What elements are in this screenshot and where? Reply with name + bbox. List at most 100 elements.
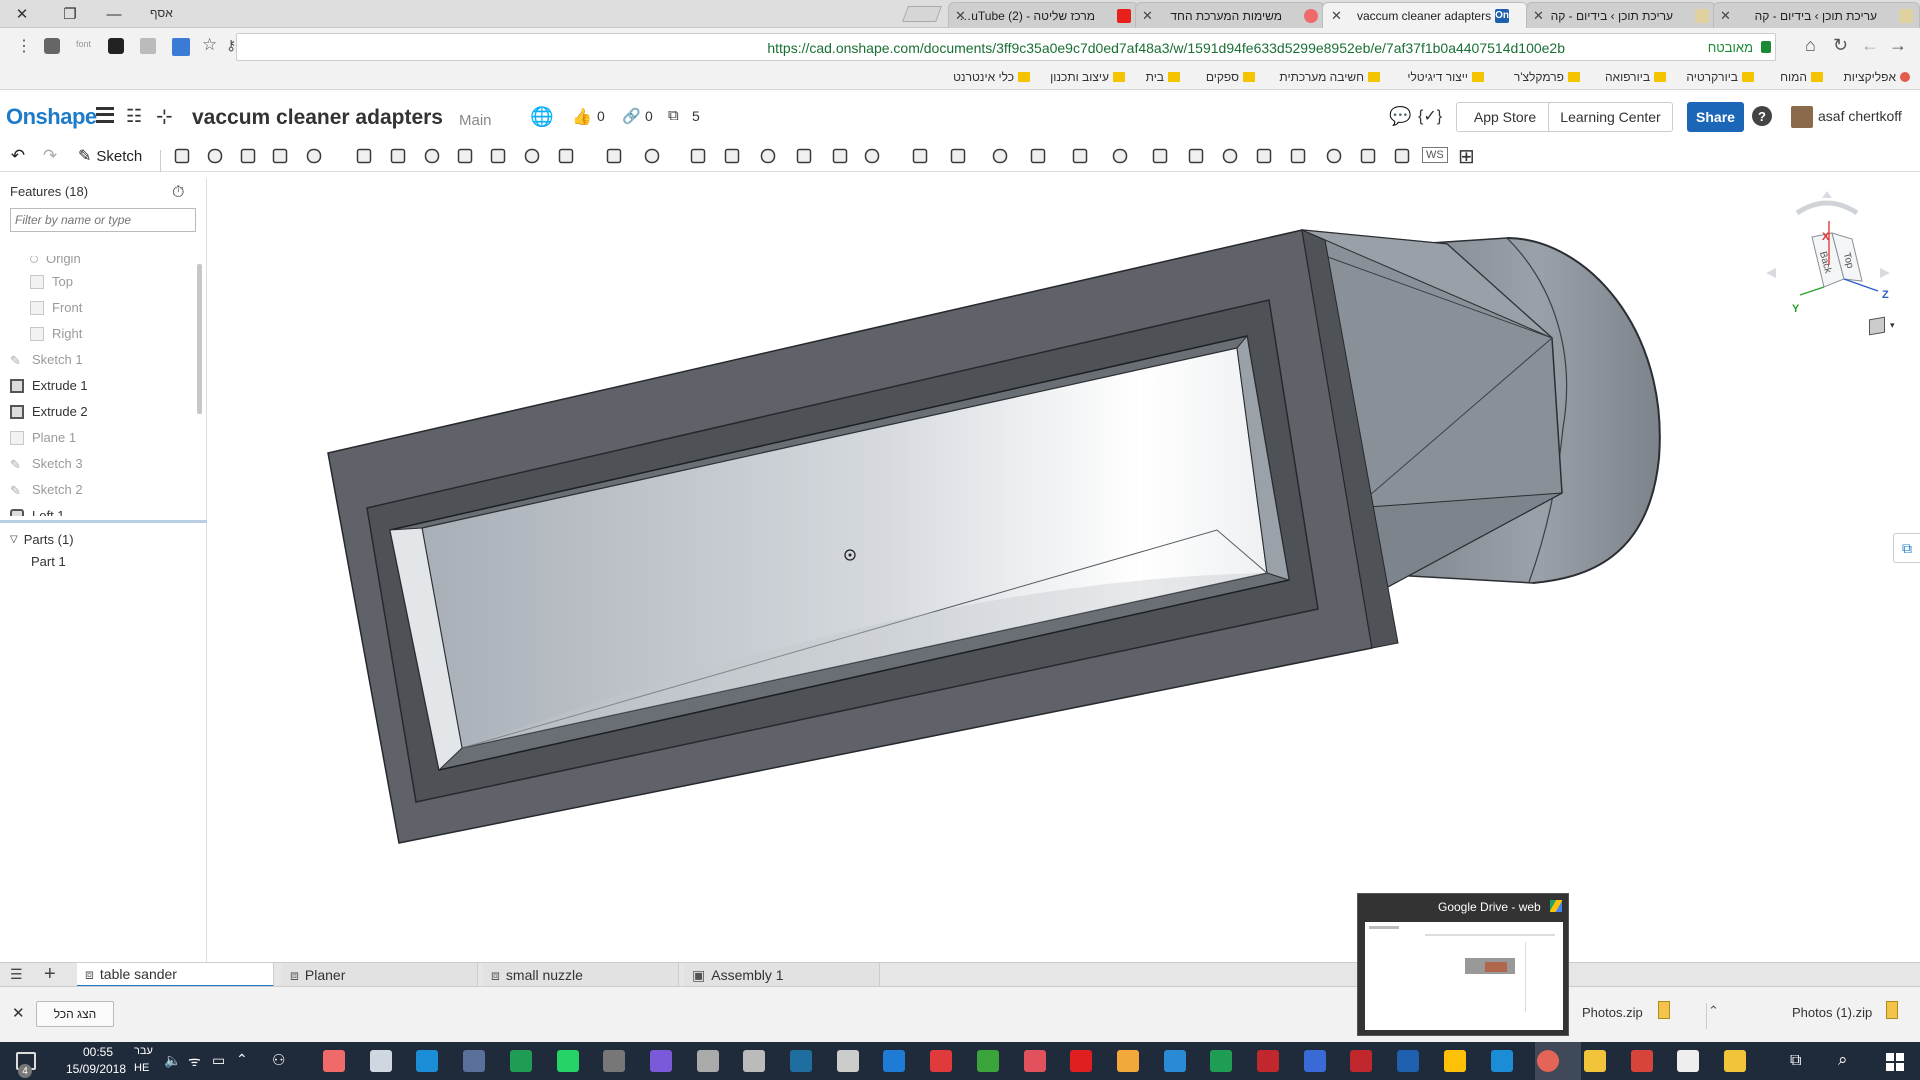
sweep-icon[interactable] [238, 146, 258, 166]
comment-icon[interactable]: 💬 [1389, 106, 1411, 127]
parts-header[interactable]: ▽ Parts (1) [10, 532, 74, 547]
workspace-name[interactable]: Main [459, 112, 492, 129]
filezilla-app-icon[interactable] [1257, 1050, 1279, 1072]
shell-icon[interactable] [488, 146, 508, 166]
download-item[interactable]: Photos.zip [1582, 1005, 1643, 1020]
inkscape-app-icon[interactable] [743, 1050, 766, 1072]
bookmark-folder[interactable]: בית [1146, 70, 1180, 84]
tab-onshape[interactable]: ✕ vaccum cleaner adapters On [1322, 2, 1528, 28]
move-face-icon[interactable] [830, 146, 850, 166]
feature-item-extrude-1[interactable]: Extrude 1 [10, 378, 88, 393]
sheets2-app-icon[interactable] [1210, 1050, 1233, 1072]
clock-time[interactable]: 00:55 [74, 1045, 122, 1059]
edge-app-icon[interactable] [883, 1050, 906, 1072]
fontforge-app-icon[interactable] [1116, 1050, 1139, 1072]
key-icon[interactable]: ⚷ [226, 37, 236, 54]
leaf-app-icon[interactable] [976, 1050, 999, 1072]
variables-icon[interactable]: {✓} [1418, 106, 1442, 126]
minimize-window-icon[interactable]: — [100, 0, 128, 28]
extension-icon[interactable] [108, 38, 124, 54]
opera-app-icon[interactable] [1070, 1050, 1093, 1072]
featurescript-button[interactable]: WS [1422, 147, 1448, 163]
mirror-icon[interactable] [604, 146, 624, 166]
thicken-icon[interactable] [304, 146, 324, 166]
reload-icon[interactable]: ↻ [1833, 35, 1848, 56]
bend-relief-icon[interactable] [1324, 146, 1344, 166]
feature-item-plane-1[interactable]: Plane 1 [10, 430, 76, 445]
gmail-app-icon[interactable] [1630, 1050, 1653, 1072]
pattern-icon[interactable] [556, 146, 576, 166]
help-icon[interactable]: ? [1752, 106, 1772, 126]
revolve-icon[interactable] [205, 146, 225, 166]
feature-item-top[interactable]: Top [30, 274, 73, 289]
tab-tasks[interactable]: משימות המערכת החד ✕ [1135, 2, 1325, 28]
close-tab-icon[interactable]: ✕ [1331, 8, 1342, 24]
view-mode-icon[interactable] [1869, 316, 1885, 336]
people-icon[interactable]: ⚇ [272, 1051, 285, 1069]
onshape-logo[interactable]: Onshape [6, 104, 97, 130]
language-top[interactable]: עבר [134, 1045, 153, 1057]
vs-app-icon[interactable] [790, 1050, 812, 1072]
paint-app-icon[interactable] [1163, 1050, 1186, 1072]
tab-assembly-1[interactable]: ▣ Assembly 1 [684, 963, 880, 987]
hole-icon[interactable] [522, 146, 542, 166]
show-all-downloads-button[interactable]: הצג הכל [36, 1001, 114, 1027]
close-downloads-icon[interactable]: ✕ [12, 1004, 25, 1022]
mate-connector-icon[interactable] [1028, 146, 1048, 166]
sheets-app-icon[interactable] [509, 1050, 532, 1072]
font-extension-icon[interactable]: font [76, 39, 91, 49]
c2-app-icon[interactable] [1490, 1050, 1513, 1072]
github-app-icon[interactable] [1677, 1050, 1700, 1072]
like-icon[interactable]: 👍 [572, 107, 592, 127]
c-app-icon[interactable] [416, 1050, 439, 1072]
drone-app-icon[interactable] [696, 1050, 719, 1072]
insert-icon[interactable]: ⊹ [156, 104, 173, 129]
clock-date[interactable]: 15/09/2018 [60, 1062, 132, 1076]
delete-part-icon[interactable] [758, 146, 778, 166]
variable-icon[interactable] [1150, 146, 1170, 166]
close-window-icon[interactable]: ✕ [8, 0, 36, 28]
monitor-app-icon[interactable] [836, 1050, 859, 1072]
replace-face-icon[interactable] [862, 146, 882, 166]
avatar[interactable] [1791, 106, 1813, 128]
asana-app-icon[interactable] [323, 1050, 345, 1072]
feature-item-sketch-2[interactable]: ✎ Sketch 2 [10, 482, 83, 498]
bookmark-star-icon[interactable]: ☆ [202, 35, 217, 55]
profile-name[interactable]: אסף [150, 6, 173, 20]
taskbar-preview-popup[interactable]: Google Drive - web [1357, 893, 1569, 1036]
sketch-button[interactable]: ✎ Sketch [78, 146, 142, 166]
new-tab-button[interactable] [902, 6, 942, 22]
bookmark-folder[interactable]: פרמקלצ'ר [1514, 70, 1580, 84]
menu-kebab-icon[interactable]: ⋮ [16, 36, 32, 56]
plane-tool-icon[interactable] [990, 146, 1010, 166]
wifi-icon[interactable]: ᯤ [188, 1052, 201, 1071]
pinwheel-app-icon[interactable] [1583, 1050, 1606, 1072]
tab-content-1[interactable]: עריכת תוכן › בידיום - קה ✕ [1526, 2, 1716, 28]
extension-icon[interactable] [172, 38, 190, 56]
chamfer-icon[interactable] [388, 146, 408, 166]
copy-icon[interactable]: ⧉ [668, 107, 679, 124]
bookmark-folder[interactable]: ביורקרטיה [1686, 70, 1754, 84]
feature-item-origin[interactable]: Origin [30, 256, 81, 266]
helix-icon[interactable] [1070, 146, 1090, 166]
caret-down-icon[interactable]: ▾ [1890, 320, 1895, 331]
forward-icon[interactable]: ← [1861, 35, 1879, 56]
number-app-icon[interactable] [1303, 1050, 1326, 1072]
flange-icon[interactable] [1220, 146, 1240, 166]
language-bottom[interactable]: HE [134, 1062, 149, 1074]
link-icon[interactable]: 🔗 [622, 107, 641, 125]
home-icon[interactable]: ⌂ [1805, 35, 1816, 56]
battery-icon[interactable]: ▭ [212, 1052, 225, 1069]
learning-center-button[interactable]: Learning Center [1548, 102, 1673, 132]
explorer-app-icon[interactable] [1724, 1050, 1746, 1072]
tab-content-2[interactable]: עריכת תוכן › בידיום - קה ✕ [1713, 2, 1920, 28]
sketch-plane-icon[interactable] [172, 146, 192, 166]
bookmark-folder[interactable]: חשיבה מערכתית [1279, 70, 1380, 84]
blender-app-icon[interactable] [603, 1050, 626, 1072]
bookmark-folder[interactable]: ביורפואה [1605, 70, 1666, 84]
close-tab-icon[interactable]: ✕ [1533, 8, 1544, 24]
globe-icon[interactable]: 🌐 [530, 105, 554, 129]
view-cube[interactable]: X Y Z Back Top [1752, 183, 1902, 345]
restore-window-icon[interactable]: ❐ [56, 0, 84, 28]
feature-item-front[interactable]: Front [30, 300, 82, 315]
